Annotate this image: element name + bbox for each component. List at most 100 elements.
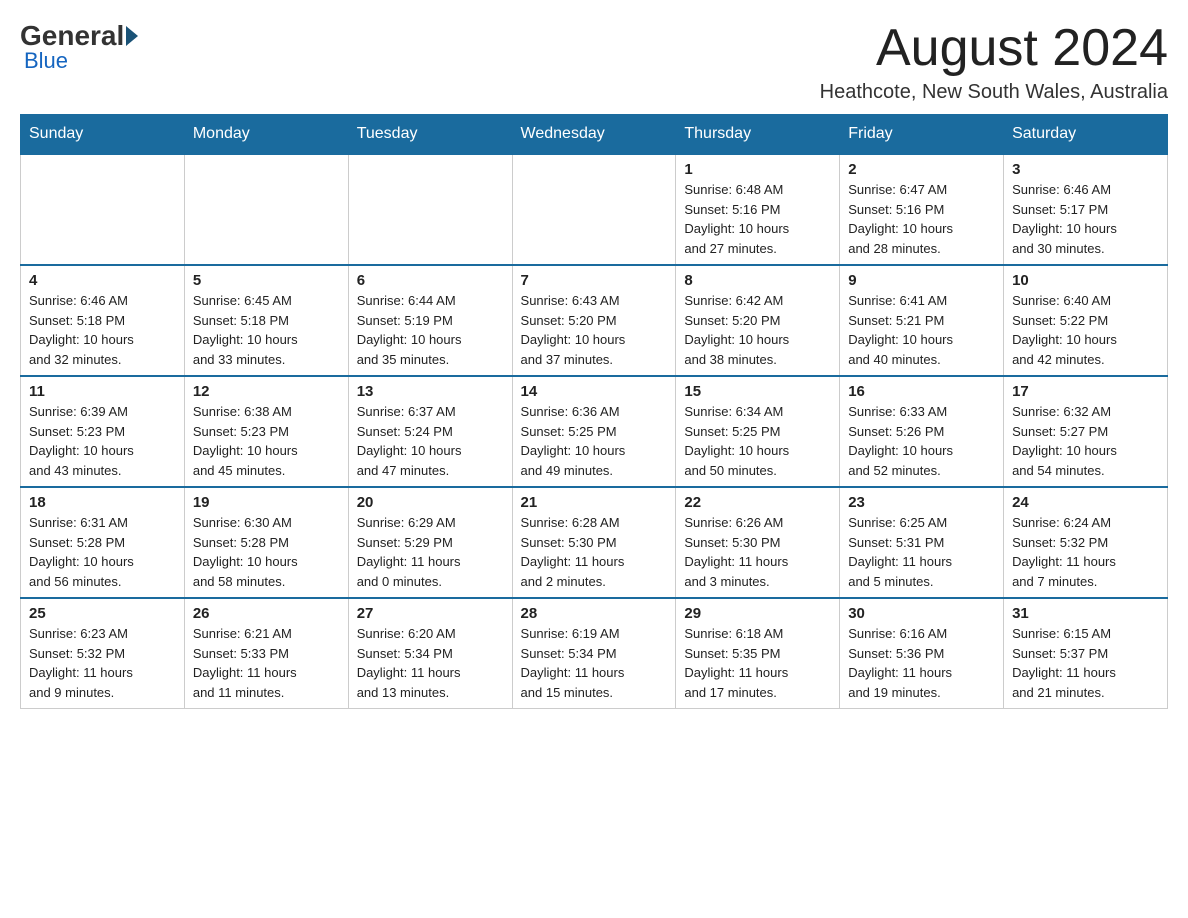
day-number: 27 <box>357 605 504 622</box>
day-info: Sunrise: 6:18 AMSunset: 5:35 PMDaylight:… <box>684 624 831 702</box>
logo-blue-text: Blue <box>24 48 68 74</box>
calendar-cell: 8 Sunrise: 6:42 AMSunset: 5:20 PMDaylight… <box>676 265 840 376</box>
day-info: Sunrise: 6:40 AMSunset: 5:22 PMDaylight:… <box>1012 291 1159 369</box>
days-of-week-row: SundayMondayTuesdayWednesdayThursdayFrid… <box>21 115 1168 155</box>
calendar-cell: 23Sunrise: 6:25 AMSunset: 5:31 PMDayligh… <box>840 487 1004 598</box>
day-number: 19 <box>193 494 340 511</box>
calendar-body: 1Sunrise: 6:48 AMSunset: 5:16 PMDaylight… <box>21 154 1168 709</box>
calendar-cell: 15 Sunrise: 6:34 AMSunset: 5:25 PMDayligh… <box>676 376 840 487</box>
calendar-table: SundayMondayTuesdayWednesdayThursdayFrid… <box>20 114 1168 709</box>
title-section: August 2024 Heathcote, New South Wales, … <box>820 20 1168 104</box>
day-info: Sunrise: 6:20 AMSunset: 5:34 PMDaylight:… <box>357 624 504 702</box>
calendar-cell: 6 Sunrise: 6:44 AMSunset: 5:19 PMDaylight… <box>348 265 512 376</box>
calendar-cell: 31 Sunrise: 6:15 AMSunset: 5:37 PMDayligh… <box>1004 598 1168 709</box>
day-info: Sunrise: 6:21 AMSunset: 5:33 PMDaylight:… <box>193 624 340 702</box>
day-info: Sunrise: 6:24 AMSunset: 5:32 PMDaylight:… <box>1012 513 1159 591</box>
calendar-cell: 20Sunrise: 6:29 AMSunset: 5:29 PMDayligh… <box>348 487 512 598</box>
day-number: 20 <box>357 494 504 511</box>
calendar-cell <box>184 154 348 265</box>
calendar-cell: 27 Sunrise: 6:20 AMSunset: 5:34 PMDayligh… <box>348 598 512 709</box>
day-number: 15 <box>684 383 831 400</box>
calendar-cell: 25Sunrise: 6:23 AMSunset: 5:32 PMDayligh… <box>21 598 185 709</box>
calendar-cell: 22Sunrise: 6:26 AMSunset: 5:30 PMDayligh… <box>676 487 840 598</box>
day-number: 11 <box>29 383 176 400</box>
day-info: Sunrise: 6:16 AMSunset: 5:36 PMDaylight:… <box>848 624 995 702</box>
calendar-cell: 12 Sunrise: 6:38 AMSunset: 5:23 PMDayligh… <box>184 376 348 487</box>
day-number: 29 <box>684 605 831 622</box>
calendar-cell: 21 Sunrise: 6:28 AMSunset: 5:30 PMDayligh… <box>512 487 676 598</box>
day-number: 13 <box>357 383 504 400</box>
day-info: Sunrise: 6:38 AMSunset: 5:23 PMDaylight:… <box>193 402 340 480</box>
day-number: 7 <box>521 272 668 289</box>
calendar-header: SundayMondayTuesdayWednesdayThursdayFrid… <box>21 115 1168 155</box>
day-number: 5 <box>193 272 340 289</box>
day-number: 21 <box>521 494 668 511</box>
day-of-week-header: Thursday <box>676 115 840 155</box>
calendar-cell: 26 Sunrise: 6:21 AMSunset: 5:33 PMDayligh… <box>184 598 348 709</box>
day-of-week-header: Friday <box>840 115 1004 155</box>
calendar-cell: 19 Sunrise: 6:30 AMSunset: 5:28 PMDayligh… <box>184 487 348 598</box>
day-info: Sunrise: 6:43 AMSunset: 5:20 PMDaylight:… <box>521 291 668 369</box>
day-info: Sunrise: 6:37 AMSunset: 5:24 PMDaylight:… <box>357 402 504 480</box>
day-number: 28 <box>521 605 668 622</box>
day-info: Sunrise: 6:44 AMSunset: 5:19 PMDaylight:… <box>357 291 504 369</box>
day-number: 22 <box>684 494 831 511</box>
calendar-cell: 18Sunrise: 6:31 AMSunset: 5:28 PMDayligh… <box>21 487 185 598</box>
subtitle: Heathcote, New South Wales, Australia <box>820 81 1168 104</box>
calendar-cell: 7 Sunrise: 6:43 AMSunset: 5:20 PMDaylight… <box>512 265 676 376</box>
day-info: Sunrise: 6:32 AMSunset: 5:27 PMDaylight:… <box>1012 402 1159 480</box>
day-of-week-header: Saturday <box>1004 115 1168 155</box>
day-number: 9 <box>848 272 995 289</box>
day-number: 17 <box>1012 383 1159 400</box>
day-info: Sunrise: 6:31 AMSunset: 5:28 PMDaylight:… <box>29 513 176 591</box>
day-of-week-header: Sunday <box>21 115 185 155</box>
day-number: 8 <box>684 272 831 289</box>
day-info: Sunrise: 6:15 AMSunset: 5:37 PMDaylight:… <box>1012 624 1159 702</box>
logo: General Blue <box>20 20 140 74</box>
day-number: 30 <box>848 605 995 622</box>
day-number: 31 <box>1012 605 1159 622</box>
calendar-cell: 24 Sunrise: 6:24 AMSunset: 5:32 PMDayligh… <box>1004 487 1168 598</box>
calendar-cell <box>21 154 185 265</box>
page-header: General Blue August 2024 Heathcote, New … <box>20 20 1168 104</box>
day-info: Sunrise: 6:28 AMSunset: 5:30 PMDaylight:… <box>521 513 668 591</box>
day-info: Sunrise: 6:46 AMSunset: 5:18 PMDaylight:… <box>29 291 176 369</box>
main-title: August 2024 <box>820 20 1168 77</box>
calendar-cell: 13 Sunrise: 6:37 AMSunset: 5:24 PMDayligh… <box>348 376 512 487</box>
calendar-week-row: 25Sunrise: 6:23 AMSunset: 5:32 PMDayligh… <box>21 598 1168 709</box>
calendar-cell: 5 Sunrise: 6:45 AMSunset: 5:18 PMDaylight… <box>184 265 348 376</box>
day-number: 12 <box>193 383 340 400</box>
day-info: Sunrise: 6:48 AMSunset: 5:16 PMDaylight:… <box>684 180 831 258</box>
calendar-cell: 10Sunrise: 6:40 AMSunset: 5:22 PMDayligh… <box>1004 265 1168 376</box>
day-number: 23 <box>848 494 995 511</box>
day-info: Sunrise: 6:19 AMSunset: 5:34 PMDaylight:… <box>521 624 668 702</box>
calendar-cell: 2 Sunrise: 6:47 AMSunset: 5:16 PMDaylight… <box>840 154 1004 265</box>
day-number: 25 <box>29 605 176 622</box>
calendar-cell: 17 Sunrise: 6:32 AMSunset: 5:27 PMDayligh… <box>1004 376 1168 487</box>
calendar-cell: 11Sunrise: 6:39 AMSunset: 5:23 PMDayligh… <box>21 376 185 487</box>
calendar-week-row: 11Sunrise: 6:39 AMSunset: 5:23 PMDayligh… <box>21 376 1168 487</box>
day-number: 26 <box>193 605 340 622</box>
day-info: Sunrise: 6:46 AMSunset: 5:17 PMDaylight:… <box>1012 180 1159 258</box>
calendar-week-row: 1Sunrise: 6:48 AMSunset: 5:16 PMDaylight… <box>21 154 1168 265</box>
day-info: Sunrise: 6:34 AMSunset: 5:25 PMDaylight:… <box>684 402 831 480</box>
day-number: 2 <box>848 161 995 178</box>
day-info: Sunrise: 6:47 AMSunset: 5:16 PMDaylight:… <box>848 180 995 258</box>
day-number: 6 <box>357 272 504 289</box>
calendar-week-row: 18Sunrise: 6:31 AMSunset: 5:28 PMDayligh… <box>21 487 1168 598</box>
day-number: 14 <box>521 383 668 400</box>
day-info: Sunrise: 6:45 AMSunset: 5:18 PMDaylight:… <box>193 291 340 369</box>
day-info: Sunrise: 6:41 AMSunset: 5:21 PMDaylight:… <box>848 291 995 369</box>
calendar-cell: 30 Sunrise: 6:16 AMSunset: 5:36 PMDayligh… <box>840 598 1004 709</box>
day-of-week-header: Monday <box>184 115 348 155</box>
calendar-week-row: 4 Sunrise: 6:46 AMSunset: 5:18 PMDaylight… <box>21 265 1168 376</box>
day-of-week-header: Wednesday <box>512 115 676 155</box>
calendar-cell: 4 Sunrise: 6:46 AMSunset: 5:18 PMDaylight… <box>21 265 185 376</box>
day-info: Sunrise: 6:36 AMSunset: 5:25 PMDaylight:… <box>521 402 668 480</box>
day-info: Sunrise: 6:42 AMSunset: 5:20 PMDaylight:… <box>684 291 831 369</box>
day-info: Sunrise: 6:30 AMSunset: 5:28 PMDaylight:… <box>193 513 340 591</box>
day-number: 16 <box>848 383 995 400</box>
day-number: 4 <box>29 272 176 289</box>
day-number: 24 <box>1012 494 1159 511</box>
calendar-cell: 16Sunrise: 6:33 AMSunset: 5:26 PMDayligh… <box>840 376 1004 487</box>
